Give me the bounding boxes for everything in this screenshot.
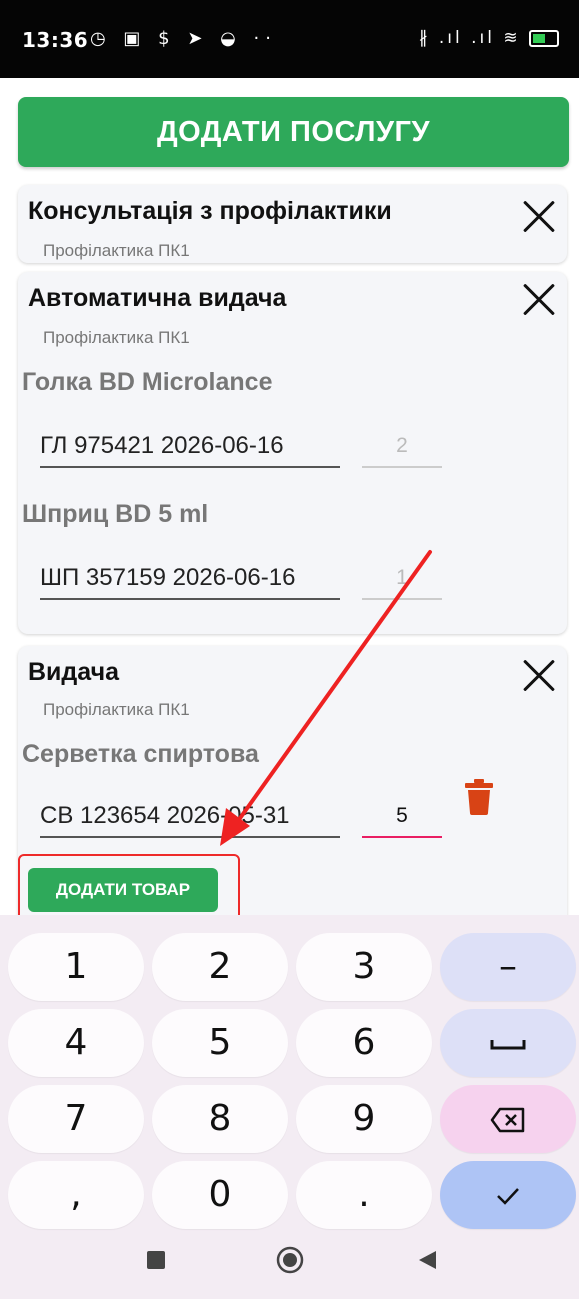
notification-icons: ◷ ▣ $ ➤ ◒ ·· xyxy=(90,28,278,49)
trash-icon[interactable] xyxy=(465,779,493,815)
service-subtitle: Профілактика ПК1 xyxy=(43,328,190,347)
key-dot[interactable]: . xyxy=(296,1161,432,1229)
check-icon xyxy=(497,1188,519,1205)
key-5[interactable]: 5 xyxy=(152,1009,288,1077)
key-4[interactable]: 4 xyxy=(8,1009,144,1077)
key-9[interactable]: 9 xyxy=(296,1085,432,1153)
service-card-auto-dispense: Автоматична видача Профілактика ПК1 Голк… xyxy=(18,272,567,634)
service-title: Консультація з профілактики xyxy=(28,197,392,225)
key-6[interactable]: 6 xyxy=(296,1009,432,1077)
product-name: Шприц BD 5 ml xyxy=(22,500,209,528)
battery-icon xyxy=(529,29,559,47)
add-product-button[interactable]: ДОДАТИ ТОВАР xyxy=(28,868,218,912)
home-icon[interactable] xyxy=(276,1246,304,1274)
service-card-consultation: Консультація з профілактики Профілактика… xyxy=(18,185,567,263)
key-2[interactable]: 2 xyxy=(152,933,288,1001)
key-minus[interactable]: – xyxy=(440,933,576,1001)
service-title: Видача xyxy=(28,658,119,686)
key-8[interactable]: 8 xyxy=(152,1085,288,1153)
key-1[interactable]: 1 xyxy=(8,933,144,1001)
close-icon[interactable] xyxy=(521,199,557,235)
quantity-field[interactable]: 1 xyxy=(362,558,442,600)
product-name: Серветка спиртова xyxy=(22,740,259,768)
service-title: Автоматична видача xyxy=(28,284,287,312)
system-icons: ∦ .ıl .ıl ≋ xyxy=(419,28,559,48)
space-icon xyxy=(490,1040,526,1050)
close-icon[interactable] xyxy=(521,282,557,318)
key-0[interactable]: 0 xyxy=(152,1161,288,1229)
service-card-dispense: Видача Профілактика ПК1 Серветка спиртов… xyxy=(18,646,567,931)
key-comma[interactable]: , xyxy=(8,1161,144,1229)
quantity-field[interactable]: 5 xyxy=(362,796,442,838)
back-icon[interactable] xyxy=(416,1249,438,1271)
product-name: Голка BD Microlance xyxy=(22,368,273,396)
recents-icon[interactable] xyxy=(146,1250,166,1270)
backspace-icon xyxy=(490,1107,525,1133)
key-7[interactable]: 7 xyxy=(8,1085,144,1153)
navigation-bar xyxy=(0,1222,579,1299)
lot-field[interactable]: СВ 123654 2026-05-31 xyxy=(40,796,340,838)
add-service-button[interactable]: ДОДАТИ ПОСЛУГУ xyxy=(18,97,569,167)
key-backspace[interactable] xyxy=(440,1085,576,1153)
service-subtitle: Профілактика ПК1 xyxy=(43,241,190,260)
close-icon[interactable] xyxy=(521,658,557,694)
lot-field[interactable]: ШП 357159 2026-06-16 xyxy=(40,558,340,600)
status-time: 13:36 xyxy=(22,28,89,52)
status-bar: 13:36 ◷ ▣ $ ➤ ◒ ·· ∦ .ıl .ıl ≋ xyxy=(0,0,579,78)
key-space[interactable] xyxy=(440,1009,576,1077)
key-done[interactable] xyxy=(440,1161,576,1229)
quantity-field[interactable]: 2 xyxy=(362,426,442,468)
signal-wifi-icons: ∦ .ıl .ıl ≋ xyxy=(418,28,521,48)
key-3[interactable]: 3 xyxy=(296,933,432,1001)
lot-field[interactable]: ГЛ 975421 2026-06-16 xyxy=(40,426,340,468)
service-subtitle: Профілактика ПК1 xyxy=(43,700,190,719)
